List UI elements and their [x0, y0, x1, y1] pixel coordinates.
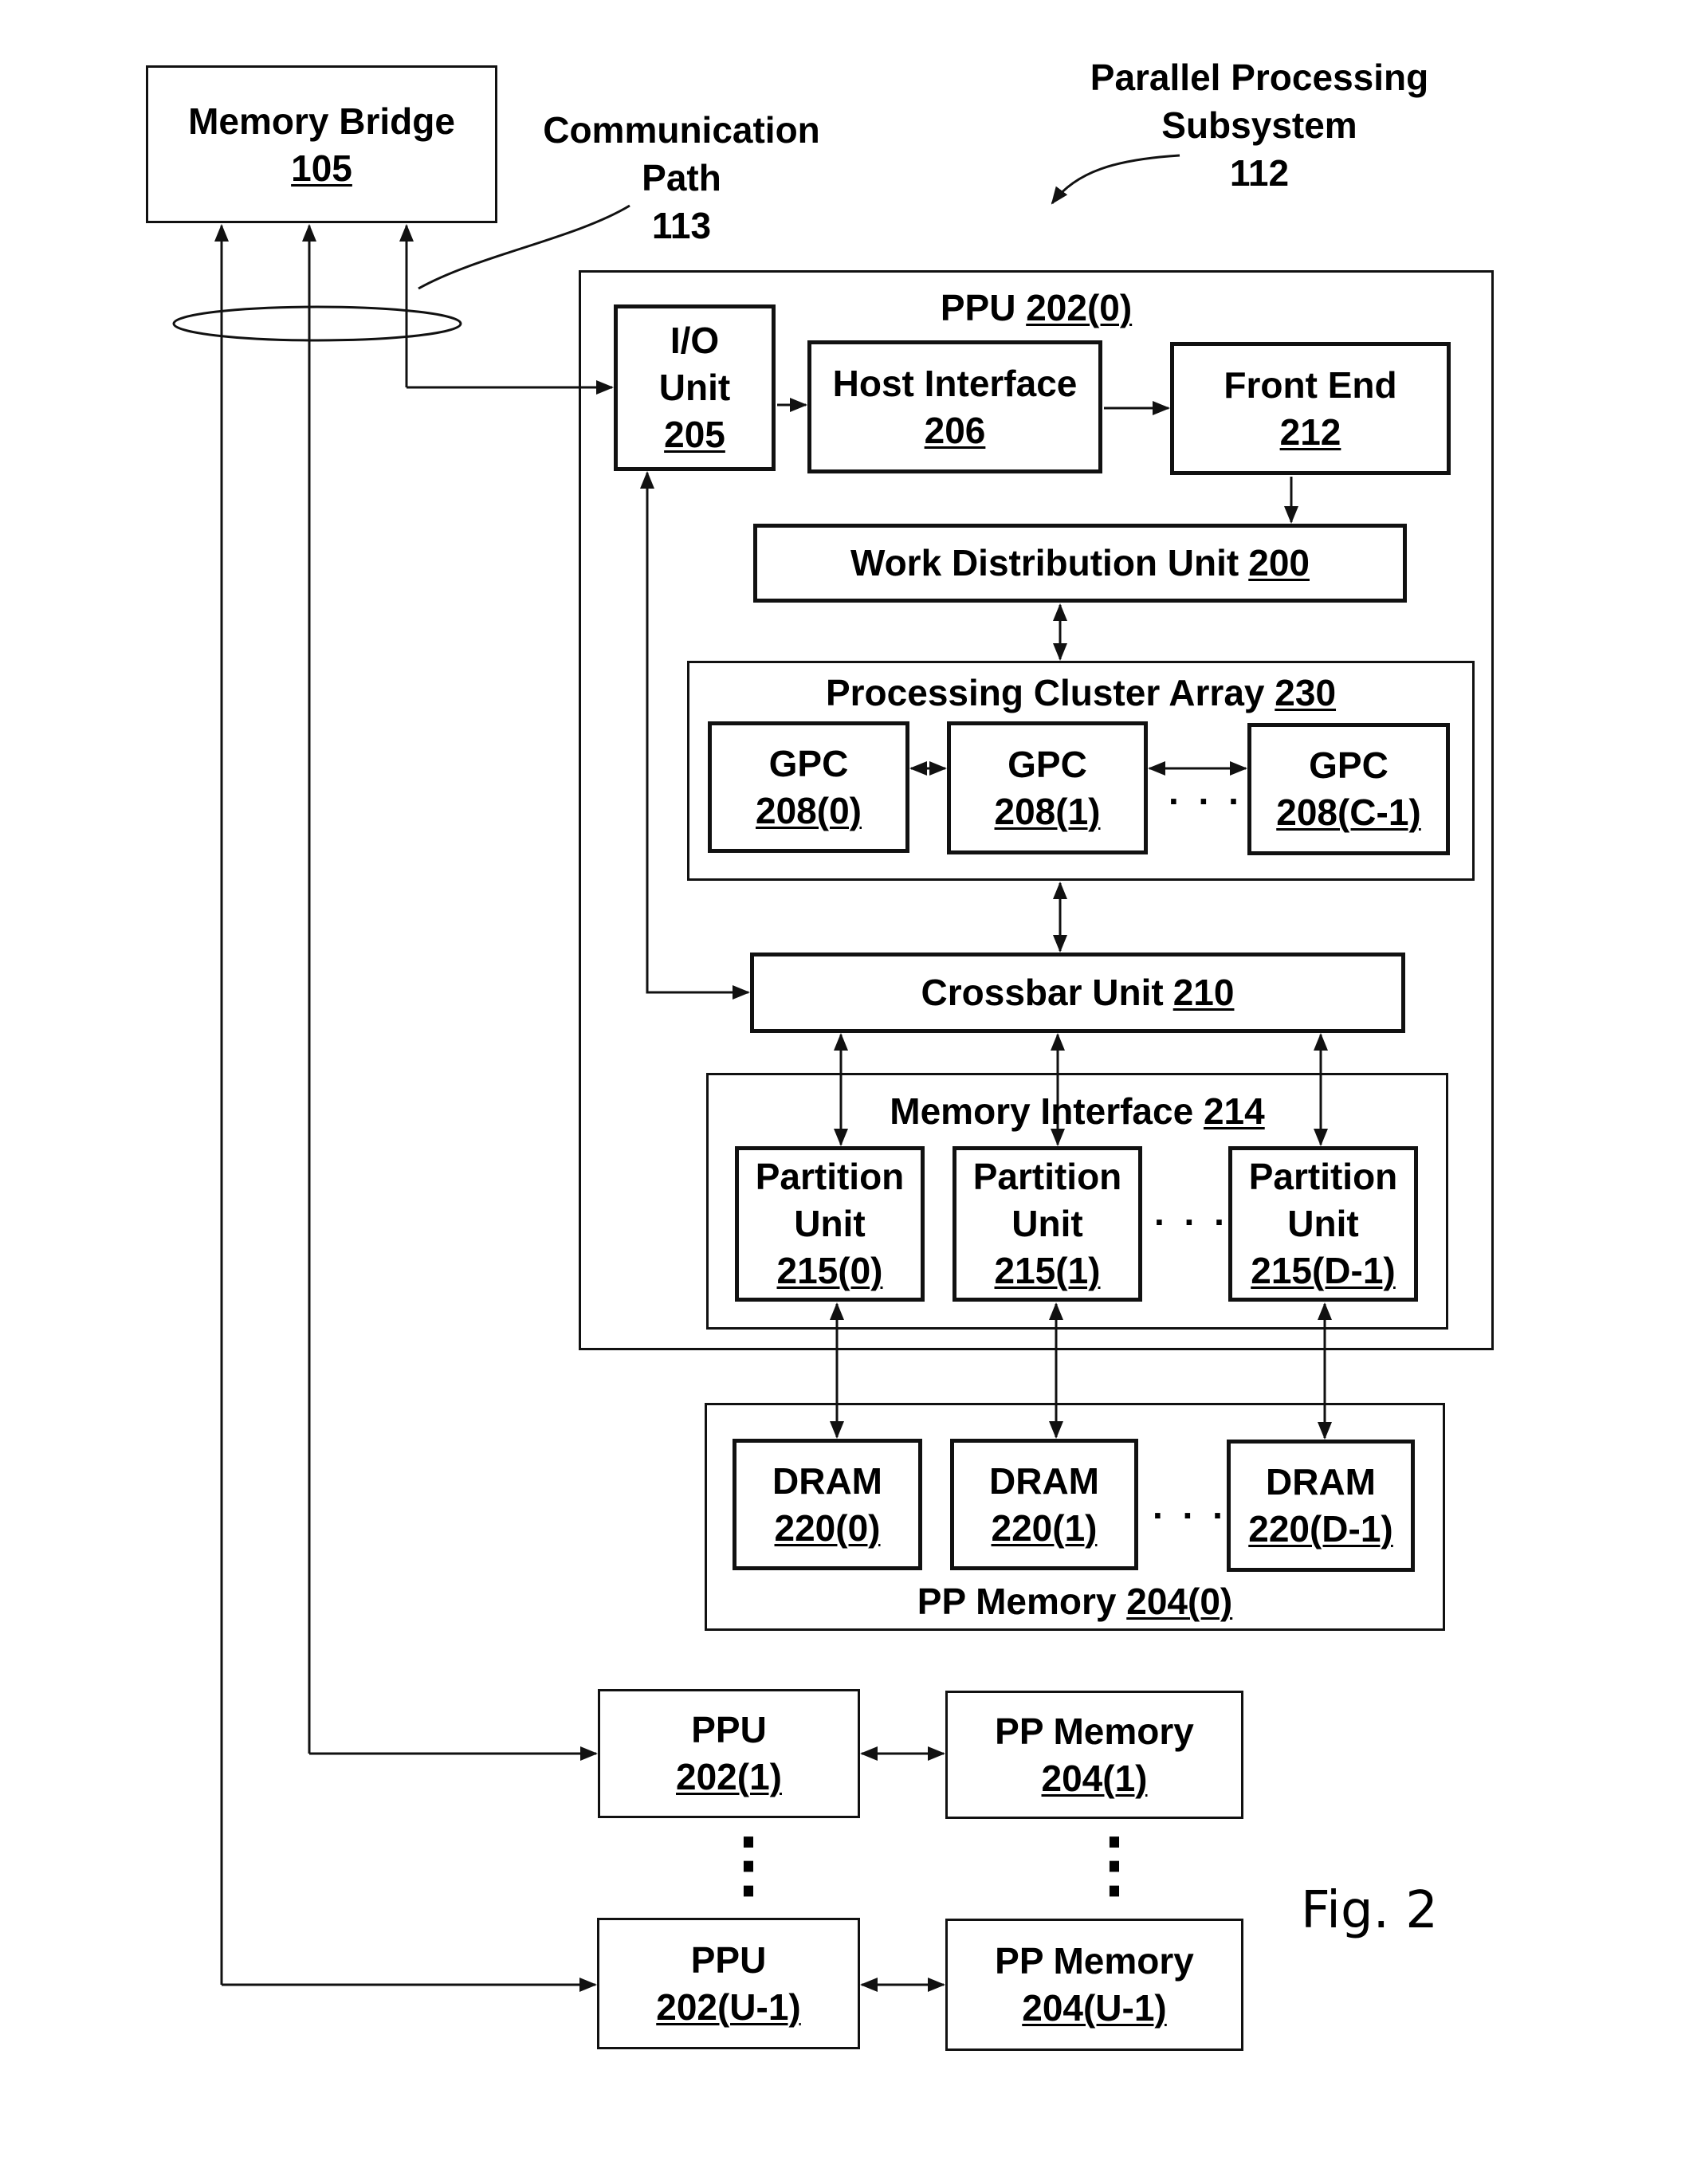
- pca-name: Processing Cluster Array: [825, 672, 1265, 713]
- crossbar-unit-block[interactable]: Crossbar Unit 210: [750, 953, 1405, 1033]
- dram-name: DRAM: [772, 1459, 882, 1502]
- dram-name: DRAM: [989, 1459, 1099, 1502]
- subsystem-label-ref: 112: [1229, 151, 1290, 194]
- pca-ref: 230: [1275, 672, 1337, 713]
- dram-block-d-1[interactable]: DRAM 220(D-1): [1227, 1440, 1415, 1572]
- ppu-ref: 202(1): [676, 1756, 782, 1797]
- front-end-ref: 212: [1279, 410, 1341, 453]
- comm-path-label-ref: 113: [651, 204, 712, 246]
- crossbar-name: Crossbar Unit: [921, 972, 1164, 1014]
- subsystem-label: Parallel Processing Subsystem 112: [1036, 54, 1483, 197]
- pp-memory-ref: 204(1): [1041, 1757, 1148, 1799]
- memory-interface-name: Memory Interface: [890, 1090, 1194, 1132]
- pp-memory-u-1-block[interactable]: PP Memory 204(U-1): [945, 1919, 1243, 2051]
- partition-ellipsis: . . .: [1154, 1192, 1229, 1233]
- comm-path-label: Communication Path 113: [510, 107, 853, 249]
- subsystem-label-line1: Parallel Processing: [1090, 57, 1429, 98]
- partition-line2: Unit: [794, 1203, 866, 1245]
- gpc-block-1[interactable]: GPC 208(1): [947, 721, 1148, 854]
- dram-ellipsis: . . .: [1153, 1485, 1227, 1526]
- ppu-0-title: PPU: [940, 287, 1016, 328]
- partition-ref: 215(D-1): [1251, 1249, 1396, 1291]
- gpc-ref: 208(C-1): [1276, 792, 1421, 833]
- partition-ref: 215(0): [776, 1249, 883, 1291]
- host-interface-block[interactable]: Host Interface 206: [807, 340, 1102, 473]
- crossbar-ref: 210: [1172, 972, 1235, 1014]
- ppu-ref: 202(U-1): [656, 1986, 801, 2028]
- pp-memory-0-name: PP Memory: [917, 1581, 1117, 1623]
- host-interface-ref: 206: [924, 409, 986, 451]
- partition-line2: Unit: [1011, 1203, 1083, 1245]
- dram-ref: 220(D-1): [1248, 1508, 1393, 1550]
- pp-memory-1-block[interactable]: PP Memory 204(1): [945, 1691, 1243, 1819]
- comm-path-label-line2: Path: [642, 156, 721, 198]
- host-interface-name: Host Interface: [832, 362, 1078, 404]
- memory-bridge-name: Memory Bridge: [188, 100, 455, 142]
- ppu-u-1-block[interactable]: PPU 202(U-1): [597, 1918, 860, 2049]
- pp-memory-name: PP Memory: [995, 1710, 1194, 1752]
- gpc-block-0[interactable]: GPC 208(0): [708, 721, 909, 853]
- partition-unit-block-1[interactable]: Partition Unit 215(1): [953, 1146, 1142, 1302]
- work-distribution-unit-block[interactable]: Work Distribution Unit 200: [753, 524, 1407, 603]
- memory-vertical-ellipsis: ⋮: [1078, 1825, 1150, 1905]
- gpc-ref: 208(1): [994, 790, 1101, 832]
- ppu-name: PPU: [690, 1938, 767, 1981]
- dram-block-1[interactable]: DRAM 220(1): [950, 1439, 1138, 1570]
- figure-label: Fig. 2: [1301, 1881, 1438, 1940]
- subsystem-label-line2: Subsystem: [1161, 104, 1357, 146]
- partition-line2: Unit: [1287, 1203, 1359, 1245]
- memory-bridge-block[interactable]: Memory Bridge 105: [146, 65, 497, 223]
- front-end-name: Front End: [1224, 363, 1397, 406]
- partition-line1: Partition: [755, 1156, 905, 1198]
- dram-ref: 220(1): [991, 1506, 1098, 1549]
- partition-unit-block-0[interactable]: Partition Unit 215(0): [735, 1146, 925, 1302]
- io-unit-line2: Unit: [658, 367, 731, 409]
- dram-block-0[interactable]: DRAM 220(0): [733, 1439, 922, 1570]
- pp-memory-name: PP Memory: [995, 1940, 1194, 1982]
- comm-path-label-line1: Communication: [543, 109, 820, 151]
- ppu-name: PPU: [691, 1709, 767, 1751]
- pp-memory-ref: 204(U-1): [1022, 1987, 1167, 2029]
- front-end-block[interactable]: Front End 212: [1170, 342, 1451, 475]
- partition-line1: Partition: [1248, 1156, 1398, 1198]
- io-unit-ref: 205: [664, 413, 725, 455]
- ppu-vertical-ellipsis: ⋮: [713, 1825, 784, 1905]
- partition-line1: Partition: [972, 1156, 1122, 1198]
- io-unit-line1: I/O: [670, 320, 720, 362]
- gpc-ellipsis: . . .: [1169, 771, 1243, 812]
- memory-interface-ref: 214: [1203, 1090, 1265, 1132]
- gpc-name: GPC: [1008, 743, 1087, 785]
- ppu-1-block[interactable]: PPU 202(1): [598, 1689, 860, 1818]
- ppu-0-ref: 202(0): [1026, 287, 1133, 328]
- dram-name: DRAM: [1266, 1461, 1376, 1503]
- gpc-name: GPC: [768, 742, 849, 784]
- io-unit-block[interactable]: I/O Unit 205: [614, 304, 776, 471]
- communication-path-ellipse: [172, 305, 462, 342]
- work-distribution-ref: 200: [1248, 542, 1310, 584]
- pp-memory-0-ref: 204(0): [1126, 1581, 1233, 1623]
- memory-bridge-ref: 105: [291, 147, 352, 189]
- partition-ref: 215(1): [994, 1249, 1101, 1291]
- partition-unit-block-d-1[interactable]: Partition Unit 215(D-1): [1228, 1146, 1418, 1302]
- gpc-name: GPC: [1309, 744, 1389, 787]
- gpc-ref: 208(0): [756, 789, 862, 831]
- dram-ref: 220(0): [774, 1506, 881, 1549]
- work-distribution-name: Work Distribution Unit: [850, 542, 1239, 584]
- gpc-block-c-1[interactable]: GPC 208(C-1): [1247, 723, 1450, 855]
